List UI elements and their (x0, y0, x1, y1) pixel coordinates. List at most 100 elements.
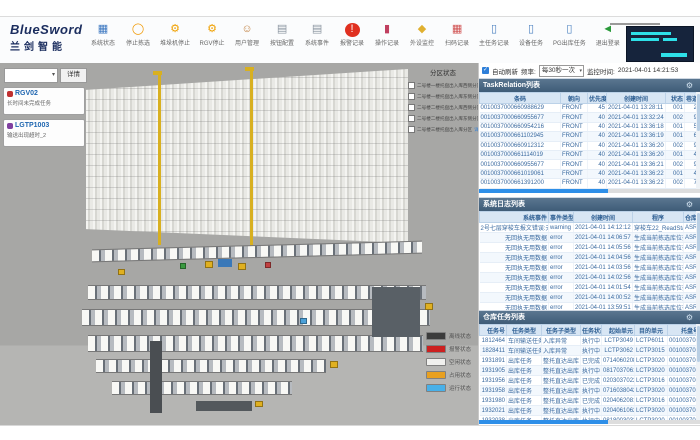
details-button[interactable]: 详情 (60, 68, 87, 83)
column-header[interactable]: 创建时间 (574, 212, 633, 223)
column-header[interactable]: 目的单元 (635, 325, 668, 336)
partition-checkbox[interactable] (408, 93, 415, 100)
partition-checkbox[interactable] (408, 104, 415, 111)
vertical-scrollbar[interactable] (696, 92, 700, 189)
table-row[interactable]: 无回执无用数据error2021-04-01 14:00:52生成当前拣选库位列… (480, 293, 700, 303)
table-cell: 整托直达出库 (542, 386, 581, 396)
auto-refresh-checkbox[interactable]: ✓ (482, 67, 489, 74)
table-row[interactable]: 0010037000660954216FRONT402021-04-01 13:… (480, 122, 700, 131)
gear-icon[interactable] (686, 79, 693, 92)
table-cell: 已完成 (581, 396, 602, 406)
column-header[interactable]: 状态 (666, 93, 685, 104)
table-row[interactable]: 0010037000660988629FRONT452021-04-01 13:… (480, 104, 700, 113)
toolbar-button[interactable]: ▤ 系统事件 (304, 23, 330, 47)
legend-color-chip (426, 332, 446, 340)
toolbar-button[interactable]: ◯ 停止拣选 (125, 23, 151, 47)
table-cell: error (549, 253, 574, 263)
table-row[interactable]: 无回执无用数据error2021-04-01 14:05:56生成当前拣选库位列… (480, 243, 700, 253)
table-row[interactable]: 0010037000661114019FRONT402021-04-01 13:… (480, 150, 700, 159)
table-row[interactable]: 1932021出库任务整托直达出库执行中0204061062LCTP302000… (480, 406, 700, 416)
toolbar-icon: ▦ (96, 23, 111, 37)
column-header[interactable]: 优先度 (588, 93, 607, 104)
table-cell: 整托直达出库 (542, 376, 581, 386)
column-header[interactable]: 程序 (633, 212, 684, 223)
column-header[interactable]: 任务状态 (581, 325, 602, 336)
table-cell: 0010037000660954216 (480, 122, 561, 131)
column-header[interactable]: 系统事件 (480, 212, 549, 223)
toolbar-button[interactable]: ▦ 扫码记录 (444, 23, 470, 47)
table-row[interactable]: 1931956出库任务整托直达出库已完成0203037022LCTP301600… (480, 376, 700, 386)
warehouse-3d-view[interactable]: 详情 RGV02 长时间未完成任务 LGTP1003 输送出现超 (0, 63, 478, 425)
table-row[interactable]: 无回执无用数据error2021-04-01 14:04:56生成当前拣选库位列… (480, 253, 700, 263)
vertical-scrollbar[interactable] (696, 211, 700, 310)
vertical-scrollbar[interactable] (696, 324, 700, 420)
alert-card[interactable]: LGTP1003 输送出现超时_2 (3, 119, 85, 147)
table-row[interactable]: 0010037000661102945FRONT402021-04-01 13:… (480, 132, 700, 141)
column-header[interactable]: 事件类型 (549, 212, 574, 223)
toolbar-button[interactable]: ⚙ 堆垛机停止 (160, 23, 190, 47)
column-header[interactable]: 条码 (480, 93, 561, 104)
table-cell: 生成当前拣选库位列表请求 (633, 233, 684, 243)
table-cell: 40 (588, 150, 607, 159)
table-row[interactable]: 0010037000661391200FRONT402021-04-01 13:… (480, 179, 700, 188)
table-cell: error (549, 283, 574, 293)
toolbar-button[interactable]: ☺ 用户管理 (234, 23, 260, 47)
toolbar-button[interactable]: ▤ 按钮配置 (269, 23, 295, 47)
column-header[interactable]: 朝向 (561, 93, 588, 104)
gear-icon[interactable] (686, 311, 693, 324)
table-cell: 出库任务 (507, 386, 542, 396)
table-row[interactable]: 1931980出库任务整托直达出库已完成0204062081LCTP301600… (480, 396, 700, 406)
partition-checkbox[interactable] (408, 126, 415, 133)
toolbar-button[interactable]: ▯ 主任务记录 (479, 23, 509, 47)
table-row[interactable]: 0010037000661019061FRONT402021-04-01 13:… (480, 169, 700, 178)
legend-row: 离线状态 (426, 329, 471, 342)
toolbar-button[interactable]: ⚙ RGV停止 (199, 23, 225, 47)
toolbar-button[interactable]: ▯ 设备任务 (518, 23, 544, 47)
toolbar-button[interactable]: ▦ 系统状态 (90, 23, 116, 47)
table-row[interactable]: 1828411车间输送任务入库异常执行中LCTP3062LCTP30150010… (480, 346, 700, 356)
table-row[interactable]: 1931891出库任务整托直达出库已完成0714060208LCTP302000… (480, 356, 700, 366)
toolbar-button[interactable]: ▮ 操作记录 (374, 23, 400, 47)
toolbar-button[interactable]: ◆ 外设监控 (409, 23, 435, 47)
crane-icon (158, 73, 161, 245)
toolbar-button[interactable]: ! 报警记录 (339, 23, 365, 47)
partition-checkbox[interactable] (408, 82, 415, 89)
horizontal-scrollbar[interactable] (479, 420, 700, 424)
column-header[interactable]: 起始单元 (602, 325, 635, 336)
column-header[interactable]: 创建时间 (607, 93, 666, 104)
table-cell: 0010037000661019061 (480, 169, 561, 178)
table-cell: 2021-04-01 13:28:11 (607, 104, 666, 113)
column-header[interactable]: 任务类型 (507, 325, 542, 336)
table-row[interactable]: 1931958出库任务整托直达出库执行中0716038042LCTP302000… (480, 386, 700, 396)
table-row[interactable]: 0010037000660955677FRONT402021-04-01 13:… (480, 160, 700, 169)
rack-structure (86, 69, 408, 243)
table-row[interactable]: 无回执无用数据error2021-04-01 14:01:54生成当前拣选库位列… (480, 283, 700, 293)
table-row[interactable]: 无回执无用数据error2021-04-01 14:03:56生成当前拣选库位列… (480, 263, 700, 273)
table-cell: 0010037000661391200 (480, 179, 561, 188)
table-row[interactable]: 无回执无用数据error2021-04-01 14:02:56生成当前拣选库位列… (480, 273, 700, 283)
toolbar-button[interactable]: ◄ 退出登录 (595, 23, 621, 47)
toolbar-button[interactable]: ▯ PG出库任务 (553, 23, 586, 47)
table-cell: FRONT (561, 150, 588, 159)
gear-icon[interactable] (686, 198, 693, 211)
table-cell: 执行中 (581, 336, 602, 346)
table-cell: 0010037000660955677 (480, 113, 561, 122)
table-cell: 001 (666, 150, 685, 159)
column-header[interactable]: 任务号 (480, 325, 507, 336)
table-cell: 车间输送任务 (507, 346, 542, 356)
alarm-filter-select[interactable] (4, 68, 58, 83)
device-id: LGTP1003 (15, 122, 49, 129)
table-row[interactable]: 无回执无用数据error2021-04-01 13:59:51生成当前拣选库位列… (480, 303, 700, 311)
table-row[interactable]: 0010037000660955677FRONT402021-04-01 13:… (480, 113, 700, 122)
partition-checkbox[interactable] (408, 115, 415, 122)
alert-card[interactable]: RGV02 长时间未完成任务 (3, 87, 85, 115)
table-row[interactable]: 无回执无用数据error2021-04-01 14:06:57生成当前拣选库位列… (480, 233, 700, 243)
table-row[interactable]: 2号七层穿梭车报文错误:无法处理warning2021-04-01 14:12:… (480, 223, 700, 233)
column-header[interactable]: 任务子类型 (542, 325, 581, 336)
horizontal-scrollbar[interactable] (479, 189, 700, 193)
table-row[interactable]: 1812464车间输送任务入库异常执行中LCTP3049LCTP60110010… (480, 336, 700, 346)
table-cell: error (549, 273, 574, 283)
table-row[interactable]: 0010037000660912312FRONT402021-04-01 13:… (480, 141, 700, 150)
table-row[interactable]: 1931905出库任务整托直达出库执行中0817037061LCTP302000… (480, 366, 700, 376)
refresh-rate-select[interactable]: 每30秒一次 (539, 65, 584, 77)
